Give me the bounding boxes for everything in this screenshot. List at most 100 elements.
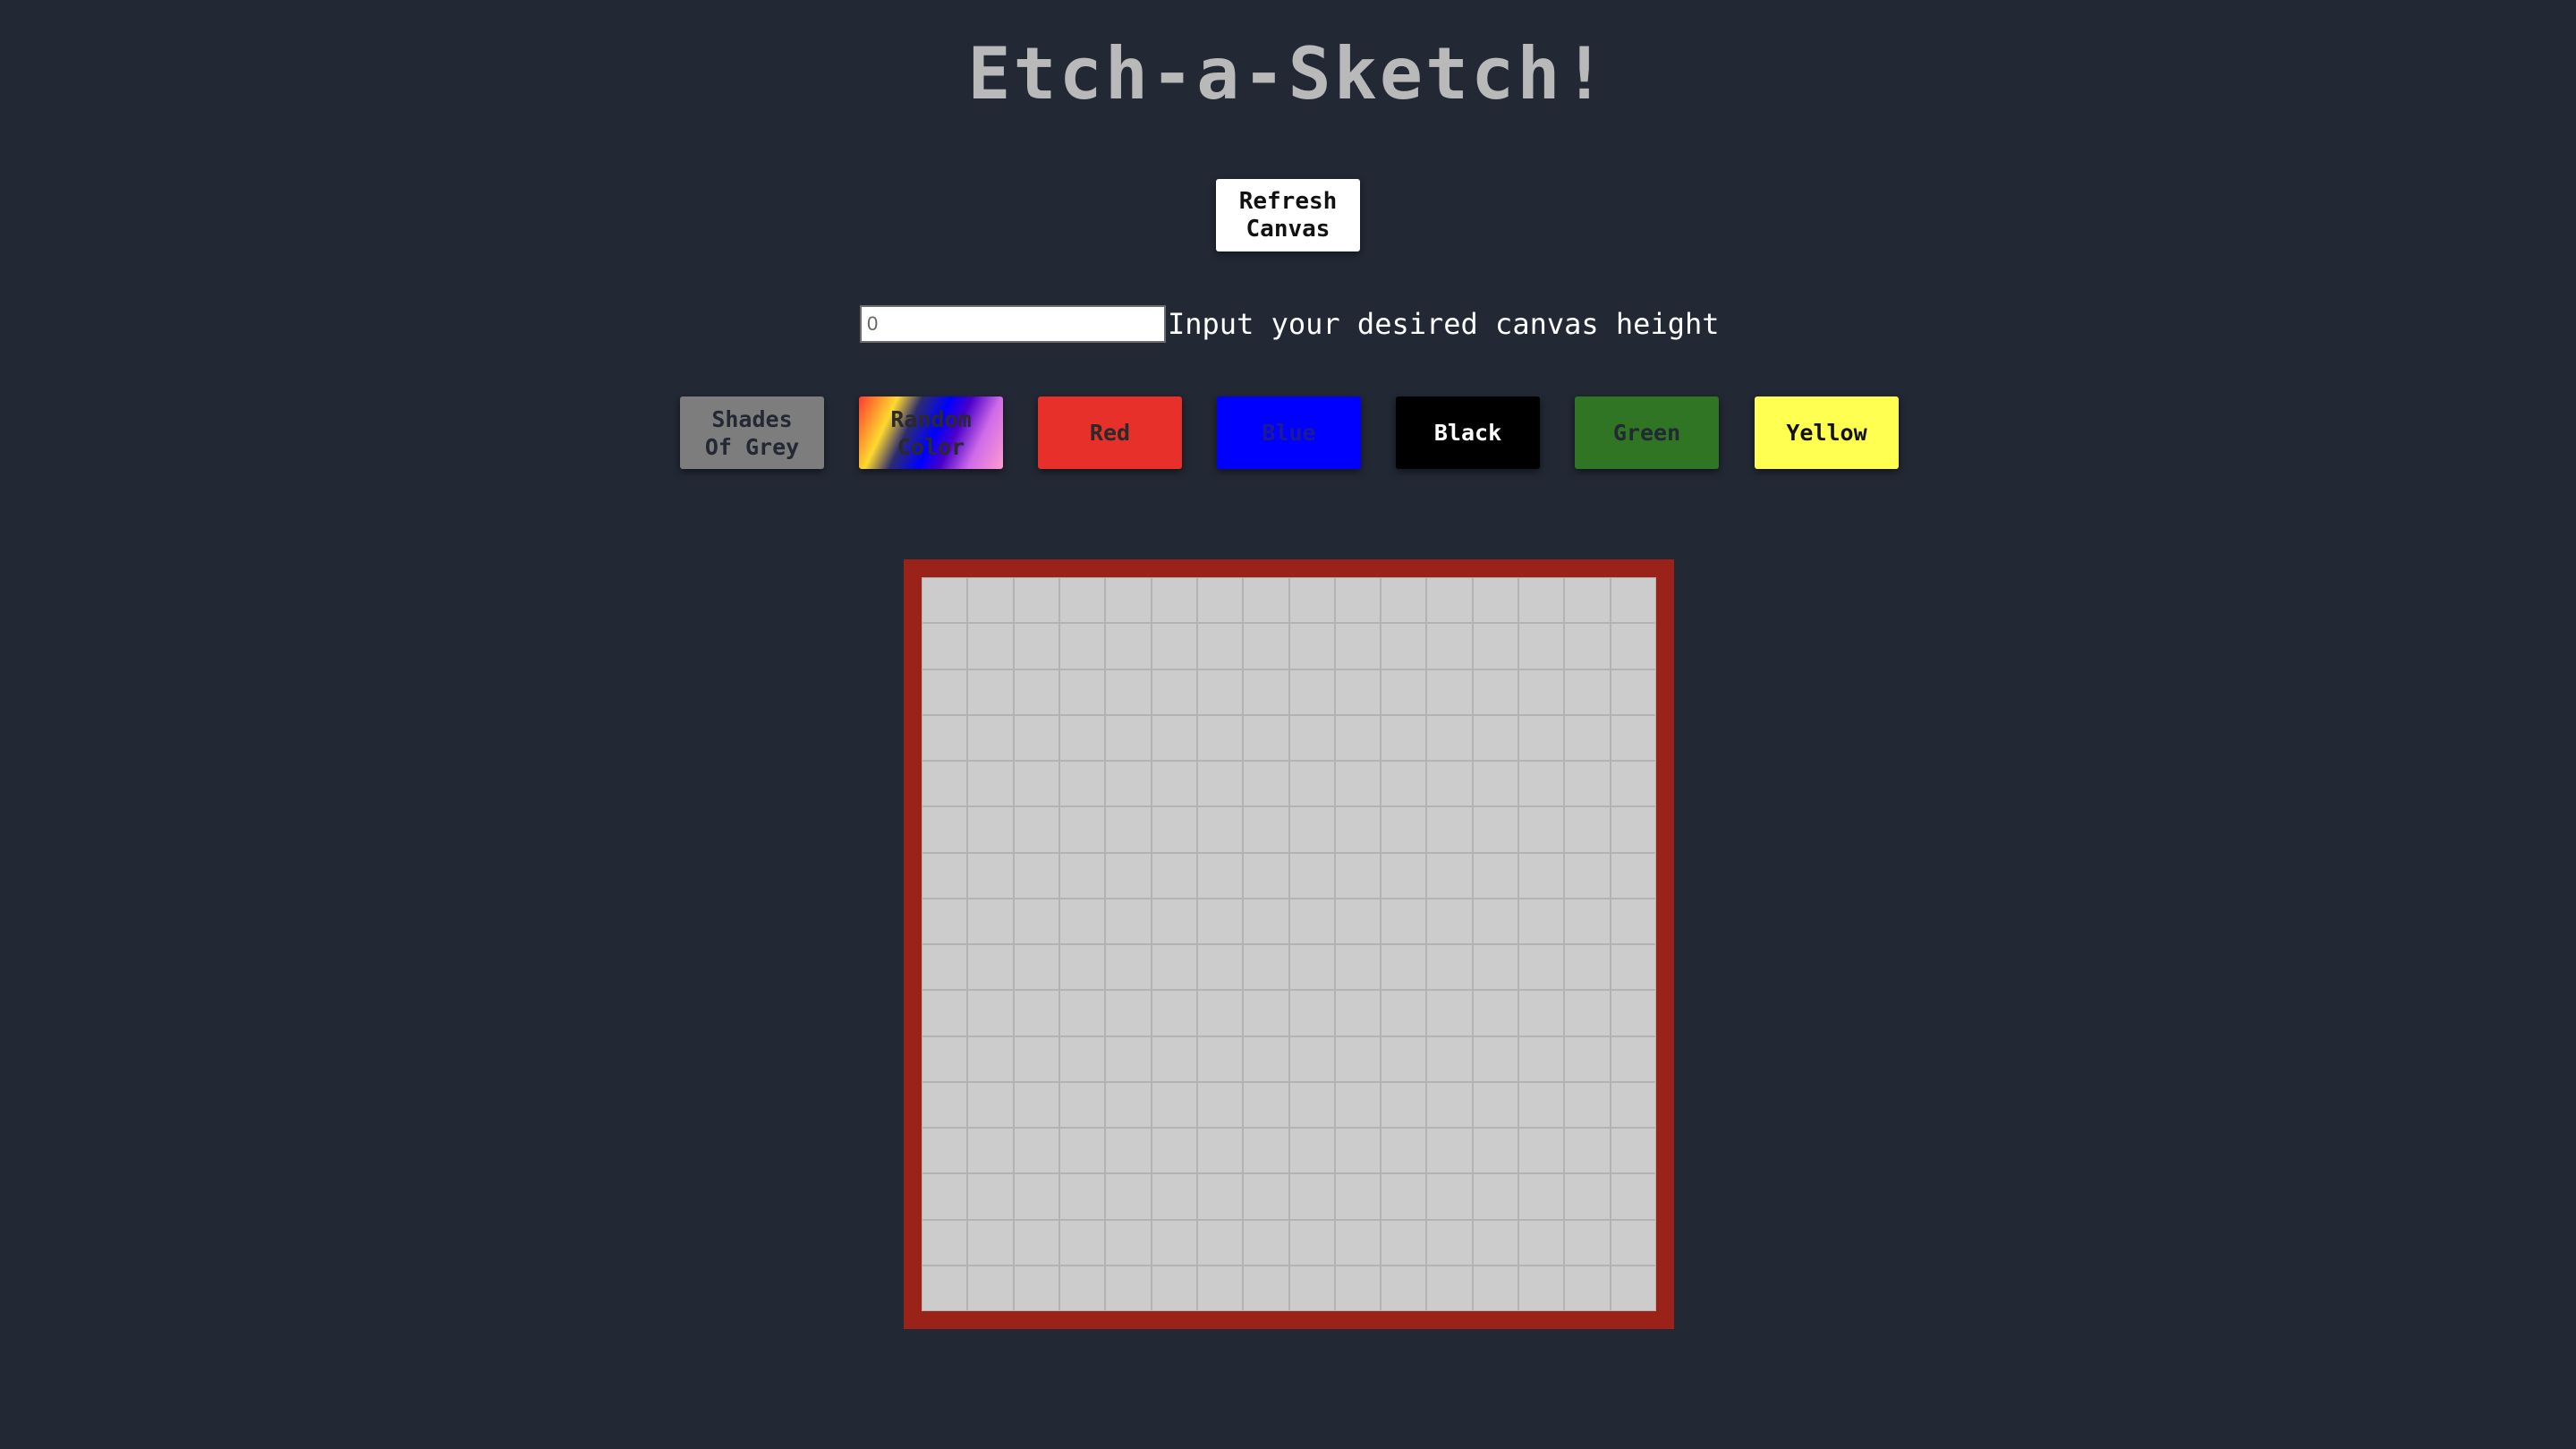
grid-cell[interactable] bbox=[1058, 990, 1106, 1036]
grid-cell[interactable] bbox=[1381, 806, 1427, 853]
grid-cell[interactable] bbox=[922, 898, 968, 944]
grid-cell[interactable] bbox=[1518, 852, 1565, 899]
grid-cell[interactable] bbox=[1518, 623, 1565, 669]
grid-cell[interactable] bbox=[1151, 1173, 1197, 1220]
grid-cell[interactable] bbox=[1058, 1173, 1106, 1220]
grid-cell[interactable] bbox=[1151, 898, 1197, 944]
grid-cell[interactable] bbox=[967, 898, 1014, 944]
grid-cell[interactable] bbox=[1610, 1036, 1656, 1082]
grid-cell[interactable] bbox=[1472, 898, 1519, 944]
grid-cell[interactable] bbox=[1013, 898, 1059, 944]
grid-cell[interactable] bbox=[1334, 944, 1382, 991]
grid-cell[interactable] bbox=[967, 669, 1014, 715]
grid-cell[interactable] bbox=[1518, 990, 1565, 1036]
grid-cell[interactable] bbox=[1058, 623, 1106, 669]
grid-cell[interactable] bbox=[1151, 1081, 1197, 1128]
grid-cell[interactable] bbox=[1196, 990, 1244, 1036]
grid-cell[interactable] bbox=[1334, 1081, 1382, 1128]
grid-cell[interactable] bbox=[1381, 1036, 1427, 1082]
grid-cell[interactable] bbox=[1105, 852, 1152, 899]
grid-cell[interactable] bbox=[1426, 623, 1473, 669]
grid-cell[interactable] bbox=[1105, 990, 1152, 1036]
grid-cell[interactable] bbox=[1105, 944, 1152, 991]
grid-cell[interactable] bbox=[1058, 944, 1106, 991]
grid-cell[interactable] bbox=[1610, 944, 1656, 991]
grid-cell[interactable] bbox=[922, 1128, 968, 1174]
grid-cell[interactable] bbox=[1518, 1128, 1565, 1174]
grid-cell[interactable] bbox=[1564, 806, 1611, 853]
grid-cell[interactable] bbox=[1610, 761, 1656, 807]
grid-cell[interactable] bbox=[967, 1036, 1014, 1082]
grid-cell[interactable] bbox=[1196, 761, 1244, 807]
grid-cell[interactable] bbox=[1472, 944, 1519, 991]
grid-cell[interactable] bbox=[1243, 623, 1289, 669]
grid-cell[interactable] bbox=[1196, 898, 1244, 944]
grid-cell[interactable] bbox=[1105, 1173, 1152, 1220]
grid-cell[interactable] bbox=[1105, 1219, 1152, 1266]
grid-cell[interactable] bbox=[1472, 990, 1519, 1036]
canvas-height-input[interactable] bbox=[860, 305, 1166, 343]
grid-cell[interactable] bbox=[967, 852, 1014, 899]
grid-cell[interactable] bbox=[1151, 669, 1197, 715]
grid-cell[interactable] bbox=[1013, 1036, 1059, 1082]
grid-cell[interactable] bbox=[1288, 669, 1335, 715]
grid-cell[interactable] bbox=[1013, 852, 1059, 899]
grid-cell[interactable] bbox=[1105, 761, 1152, 807]
grid-cell[interactable] bbox=[1518, 944, 1565, 991]
grid-cell[interactable] bbox=[1334, 852, 1382, 899]
grid-cell[interactable] bbox=[1472, 1128, 1519, 1174]
grid-cell[interactable] bbox=[1196, 1265, 1244, 1311]
grid-cell[interactable] bbox=[1381, 1128, 1427, 1174]
grid-cell[interactable] bbox=[1472, 1219, 1519, 1266]
grid-cell[interactable] bbox=[922, 714, 968, 761]
grid-cell[interactable] bbox=[1058, 852, 1106, 899]
grid-cell[interactable] bbox=[1243, 714, 1289, 761]
grid-cell[interactable] bbox=[1151, 1219, 1197, 1266]
grid-cell[interactable] bbox=[1426, 1036, 1473, 1082]
grid-cell[interactable] bbox=[1472, 1173, 1519, 1220]
grid-cell[interactable] bbox=[1564, 623, 1611, 669]
grid-cell[interactable] bbox=[1196, 1128, 1244, 1174]
grid-cell[interactable] bbox=[1013, 623, 1059, 669]
grid-cell[interactable] bbox=[1426, 1173, 1473, 1220]
grid-cell[interactable] bbox=[1610, 898, 1656, 944]
grid-cell[interactable] bbox=[1518, 761, 1565, 807]
grid-cell[interactable] bbox=[1151, 806, 1197, 853]
grid-cell[interactable] bbox=[1426, 577, 1473, 624]
grid-cell[interactable] bbox=[1243, 669, 1289, 715]
grid-cell[interactable] bbox=[967, 990, 1014, 1036]
grid-cell[interactable] bbox=[1243, 761, 1289, 807]
grid-cell[interactable] bbox=[1288, 761, 1335, 807]
grid-cell[interactable] bbox=[1518, 714, 1565, 761]
grid-cell[interactable] bbox=[1058, 806, 1106, 853]
grid-cell[interactable] bbox=[1426, 714, 1473, 761]
grid-cell[interactable] bbox=[1334, 761, 1382, 807]
grid-cell[interactable] bbox=[1196, 1081, 1244, 1128]
grid-cell[interactable] bbox=[1196, 944, 1244, 991]
grid-cell[interactable] bbox=[1334, 1036, 1382, 1082]
grid-cell[interactable] bbox=[1426, 1219, 1473, 1266]
grid-cell[interactable] bbox=[1518, 1265, 1565, 1311]
grid-cell[interactable] bbox=[1196, 1219, 1244, 1266]
grid-cell[interactable] bbox=[1472, 1081, 1519, 1128]
grid-cell[interactable] bbox=[1243, 1081, 1289, 1128]
grid-cell[interactable] bbox=[1334, 990, 1382, 1036]
grid-cell[interactable] bbox=[1151, 990, 1197, 1036]
grid-cell[interactable] bbox=[1518, 669, 1565, 715]
grid-cell[interactable] bbox=[967, 577, 1014, 624]
grid-cell[interactable] bbox=[1013, 1173, 1059, 1220]
grid-cell[interactable] bbox=[1381, 852, 1427, 899]
grid-cell[interactable] bbox=[1381, 1265, 1427, 1311]
grid-cell[interactable] bbox=[1196, 669, 1244, 715]
red-button[interactable]: Red bbox=[1038, 396, 1182, 469]
grid-cell[interactable] bbox=[967, 806, 1014, 853]
grid-cell[interactable] bbox=[1472, 761, 1519, 807]
grid-cell[interactable] bbox=[1196, 714, 1244, 761]
grid-cell[interactable] bbox=[1288, 1128, 1335, 1174]
grid-cell[interactable] bbox=[1105, 1081, 1152, 1128]
grid-cell[interactable] bbox=[1151, 714, 1197, 761]
grid-cell[interactable] bbox=[1334, 623, 1382, 669]
grid-cell[interactable] bbox=[1334, 1265, 1382, 1311]
grid-cell[interactable] bbox=[1151, 944, 1197, 991]
grid-cell[interactable] bbox=[1058, 577, 1106, 624]
